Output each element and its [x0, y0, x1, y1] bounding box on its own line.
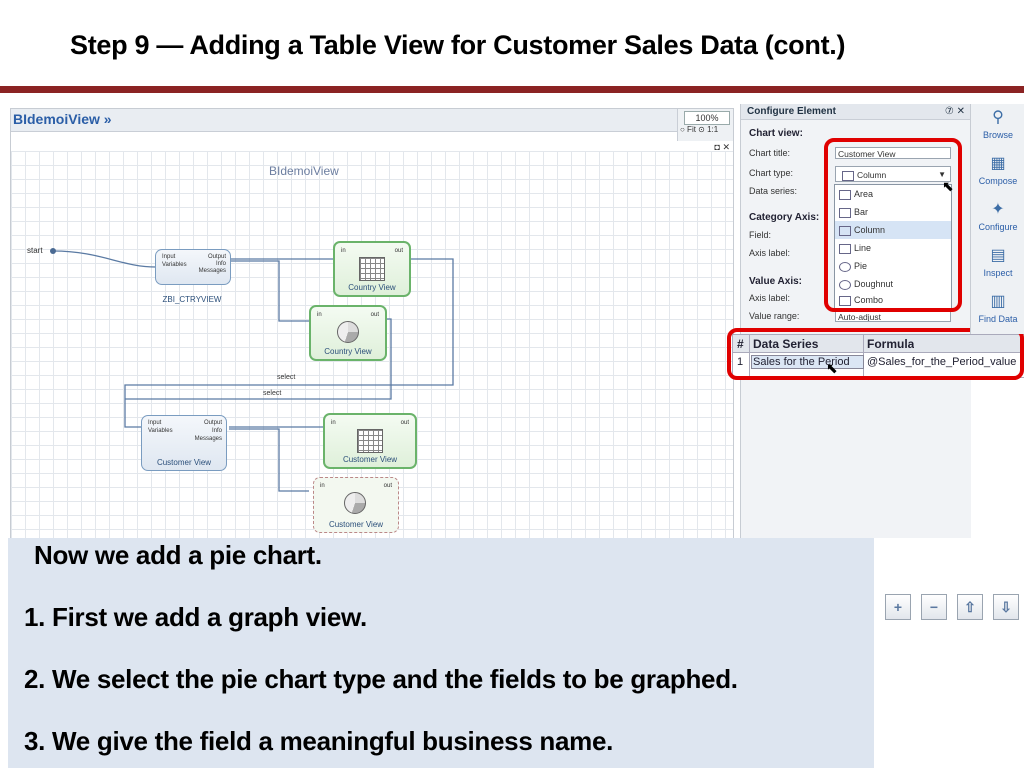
- callout-step-1: 1. First we add a graph view.: [24, 602, 367, 632]
- slide-title: Step 9 — Adding a Table View for Custome…: [70, 30, 846, 60]
- instruction-callout: Now we add a pie chart. 1. First we add …: [8, 538, 874, 768]
- port-out: out: [383, 483, 392, 489]
- compose-icon: ▦: [990, 155, 1006, 172]
- mouse-pointer-icon: ⬉: [826, 360, 838, 376]
- table-view-node[interactable]: in out Customer View: [323, 413, 417, 469]
- node-caption: ZBI_CTRYVIEW: [162, 295, 222, 304]
- config-header: Configure Element ⑦ ✕: [741, 104, 971, 120]
- chart-view-heading: Chart view:: [749, 128, 803, 139]
- table-icon: [359, 257, 385, 281]
- port-input: Input: [148, 420, 162, 426]
- puzzle-icon: ✦: [991, 201, 1005, 218]
- table-icon: [357, 429, 383, 453]
- callout-step-2: 2. We select the pie chart type and the …: [24, 664, 738, 694]
- tool-label: Configure: [978, 222, 1018, 232]
- move-up-button[interactable]: ⇧: [957, 594, 983, 620]
- binoculars-icon: ⚲: [992, 109, 1004, 126]
- port-variables: Variables: [162, 262, 187, 268]
- port-input: Input: [162, 254, 176, 260]
- chart-view-node-selected[interactable]: in out Customer View: [313, 477, 399, 533]
- side-toolbar: ⚲ Browse ▦ Compose ✦ Configure ▤ Inspect…: [970, 104, 1024, 334]
- port-in: in: [341, 248, 346, 254]
- data-series-label: Data series:: [749, 186, 798, 196]
- series-toolbar: + − ⇧ ⇩: [885, 594, 1024, 624]
- axis-label-label: Axis label:: [749, 248, 791, 258]
- database-icon: ▥: [990, 293, 1006, 310]
- inspect-icon: ▤: [990, 247, 1006, 264]
- port-messages: Messages: [194, 436, 222, 442]
- callout-intro: Now we add a pie chart.: [34, 540, 322, 570]
- data-series-highlight: [727, 328, 1024, 380]
- node-caption: Country View: [324, 347, 372, 356]
- axis-label-label: Axis label:: [749, 293, 791, 303]
- configure-tool[interactable]: ✦ Configure: [971, 196, 1024, 242]
- tool-label: Inspect: [983, 268, 1013, 278]
- table-view-node[interactable]: in out Country View: [333, 241, 411, 297]
- config-header-title: Configure Element: [747, 106, 836, 117]
- node-caption: Customer View: [342, 455, 398, 464]
- select-label: select: [263, 390, 282, 397]
- node-caption: Customer View: [328, 520, 384, 529]
- inspect-tool[interactable]: ▤ Inspect: [971, 242, 1024, 288]
- node-caption: Country View: [348, 283, 396, 292]
- port-info: Info: [215, 261, 226, 267]
- port-info: Info: [211, 428, 222, 434]
- start-label: start: [27, 246, 43, 255]
- find-data-tool[interactable]: ▥ Find Data: [971, 288, 1024, 334]
- compose-tool[interactable]: ▦ Compose: [971, 150, 1024, 196]
- port-output: Output: [207, 254, 226, 260]
- select-label: select: [277, 374, 296, 381]
- port-out: out: [400, 420, 409, 426]
- browse-tool[interactable]: ⚲ Browse: [971, 104, 1024, 150]
- value-range-label: Value range:: [749, 311, 800, 321]
- chart-view-node[interactable]: in out Country View: [309, 305, 387, 361]
- chart-type-label: Chart type:: [749, 168, 794, 178]
- pie-chart-icon: [344, 492, 366, 514]
- tool-label: Find Data: [978, 314, 1018, 324]
- port-variables: Variables: [148, 428, 173, 434]
- add-series-button[interactable]: +: [885, 594, 911, 620]
- port-in: in: [331, 420, 336, 426]
- port-output: Output: [203, 420, 222, 426]
- query-node-customer[interactable]: Input Variables Output Info Messages Cus…: [141, 415, 227, 471]
- config-header-icons[interactable]: ⑦ ✕: [945, 104, 965, 120]
- category-axis-heading: Category Axis:: [749, 212, 820, 223]
- port-out: out: [370, 312, 379, 318]
- tool-label: Browse: [982, 130, 1013, 140]
- move-down-button[interactable]: ⇩: [993, 594, 1019, 620]
- port-out: out: [394, 248, 403, 254]
- chart-title-label: Chart title:: [749, 148, 791, 158]
- callout-step-3: 3. We give the field a meaningful busine…: [24, 726, 614, 756]
- remove-series-button[interactable]: −: [921, 594, 947, 620]
- field-label: Field:: [749, 230, 772, 240]
- chart-type-highlight: [824, 138, 962, 312]
- value-axis-heading: Value Axis:: [749, 276, 802, 287]
- tool-label: Compose: [978, 176, 1018, 186]
- port-in: in: [320, 483, 325, 489]
- mouse-pointer-icon: ⬉: [942, 178, 954, 194]
- pie-chart-icon: [337, 321, 359, 343]
- title-rule: [0, 86, 1024, 93]
- node-caption: Customer View: [156, 458, 212, 467]
- model-canvas[interactable]: BIdemoiView » 100% ○ Fit ⊙ 1:1 ◘ ✕ BIdem…: [10, 108, 734, 540]
- query-node-ctryview[interactable]: Input Variables Output Info Messages: [155, 249, 231, 285]
- port-in: in: [317, 312, 322, 318]
- port-messages: Messages: [198, 268, 226, 274]
